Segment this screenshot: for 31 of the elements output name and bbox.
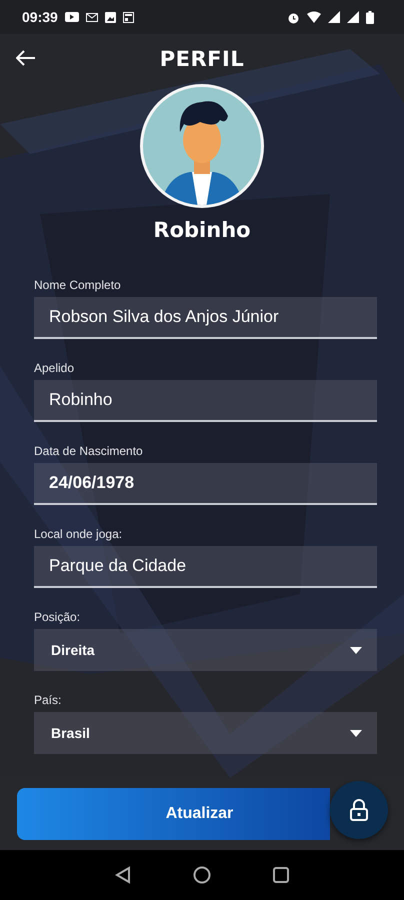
signal-icon	[347, 11, 359, 23]
home-nav-icon[interactable]	[193, 866, 211, 884]
dropdown-field[interactable]: Direita	[34, 629, 377, 671]
dropdown-field[interactable]: Brasil	[34, 712, 377, 754]
battery-icon	[366, 10, 374, 24]
input-field[interactable]: Robinho	[34, 380, 377, 422]
status-time: 09:39	[22, 9, 58, 25]
image-icon	[104, 12, 116, 22]
input-field[interactable]: 24/06/1978	[34, 463, 377, 505]
back-nav-icon[interactable]	[115, 866, 131, 884]
window-icon	[122, 12, 134, 22]
dropdown-caret-icon	[350, 730, 362, 736]
recents-nav-icon[interactable]	[273, 867, 289, 883]
field-label: Local onde joga:	[34, 527, 124, 541]
field-label: Posição:	[34, 610, 82, 624]
video-icon	[64, 12, 79, 22]
field-label: Nome Completo	[34, 278, 122, 292]
input-field[interactable]: Robson Silva dos Anjos Júnior	[34, 297, 377, 339]
field-label: País:	[34, 693, 62, 707]
dropdown-caret-icon	[350, 646, 362, 654]
wifi-icon	[307, 11, 321, 23]
signal-icon	[328, 11, 340, 23]
page-title: PERFIL	[160, 47, 244, 71]
lock-icon	[350, 799, 368, 821]
mail-icon	[86, 12, 98, 22]
update-button[interactable]: Atualizar	[17, 788, 330, 840]
field-label: Apelido	[34, 361, 76, 375]
input-field[interactable]: Parque da Cidade	[34, 546, 377, 588]
alarm-icon	[287, 10, 300, 24]
profile-name: Robinho	[153, 218, 251, 242]
field-label: Data de Nascimento	[34, 444, 144, 458]
